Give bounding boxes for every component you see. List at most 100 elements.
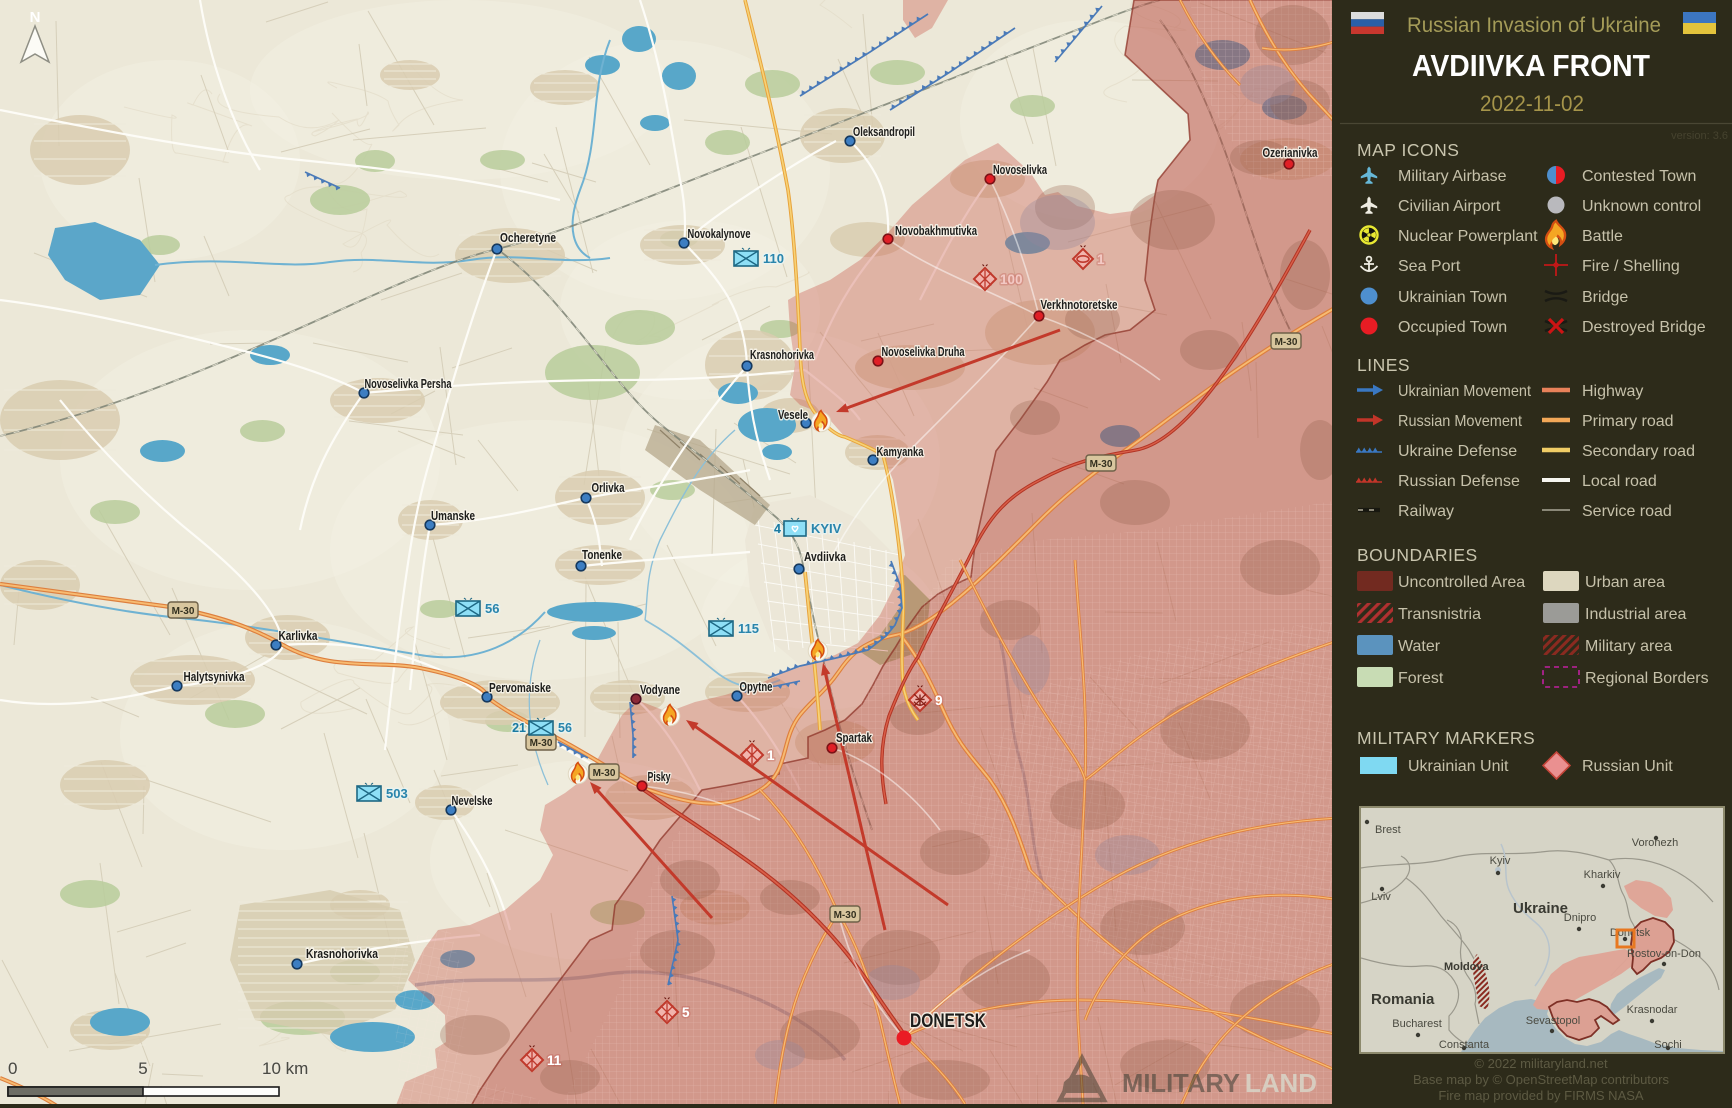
- svg-text:M-30: M-30: [172, 606, 195, 617]
- svg-text:Umanske: Umanske: [431, 508, 475, 523]
- svg-text:Spartak: Spartak: [836, 730, 873, 745]
- svg-text:Novoselivka Persha: Novoselivka Persha: [365, 376, 453, 391]
- svg-text:Oleksandropil: Oleksandropil: [853, 124, 915, 139]
- svg-text:Russian Invasion of Ukraine: Russian Invasion of Ukraine: [1407, 14, 1661, 37]
- svg-text:AVDIIVKA FRONT: AVDIIVKA FRONT: [1412, 48, 1650, 83]
- svg-text:M-30: M-30: [834, 910, 857, 921]
- svg-text:Railway: Railway: [1398, 503, 1454, 520]
- svg-text:5: 5: [138, 1059, 147, 1078]
- svg-text:Novobakhmutivka: Novobakhmutivka: [895, 223, 978, 238]
- svg-text:Rostov-on-Don: Rostov-on-Don: [1627, 948, 1701, 960]
- svg-text:Unknown control: Unknown control: [1582, 198, 1701, 215]
- svg-text:Sochi: Sochi: [1654, 1039, 1682, 1051]
- svg-text:MILITARY: MILITARY: [1122, 1068, 1240, 1098]
- svg-text:Krasnohorivka: Krasnohorivka: [306, 946, 379, 961]
- svg-text:Military Airbase: Military Airbase: [1398, 168, 1507, 185]
- svg-text:Transnistria: Transnistria: [1398, 606, 1481, 623]
- svg-text:Occupied Town: Occupied Town: [1398, 319, 1507, 336]
- svg-text:Orlivka: Orlivka: [592, 480, 626, 495]
- svg-text:N: N: [30, 9, 41, 26]
- svg-text:Military area: Military area: [1585, 638, 1672, 655]
- svg-text:Kamyanka: Kamyanka: [877, 444, 925, 459]
- svg-text:Sea Port: Sea Port: [1398, 258, 1461, 275]
- svg-text:Kyiv: Kyiv: [1490, 855, 1511, 867]
- svg-text:Voronezh: Voronezh: [1632, 837, 1678, 849]
- svg-text:Bridge: Bridge: [1582, 289, 1628, 306]
- svg-text:Ukrainian Movement: Ukrainian Movement: [1398, 383, 1531, 400]
- svg-text:1: 1: [1097, 252, 1105, 267]
- svg-text:Base map by © OpenStreetMap co: Base map by © OpenStreetMap contributors: [1413, 1072, 1669, 1087]
- svg-text:Novoselivka: Novoselivka: [993, 162, 1048, 177]
- svg-text:Nuclear Powerplant: Nuclear Powerplant: [1398, 228, 1538, 245]
- svg-text:Fire map provided by FIRMS NAS: Fire map provided by FIRMS NASA: [1438, 1088, 1644, 1103]
- svg-text:Constanta: Constanta: [1439, 1039, 1490, 1051]
- svg-text:Ozerianivka: Ozerianivka: [1263, 145, 1319, 160]
- svg-text:Bucharest: Bucharest: [1392, 1018, 1442, 1030]
- svg-text:Secondary road: Secondary road: [1582, 443, 1695, 460]
- svg-text:Forest: Forest: [1398, 670, 1444, 687]
- svg-text:Civilian Airport: Civilian Airport: [1398, 198, 1501, 215]
- svg-text:Russian Unit: Russian Unit: [1582, 758, 1673, 775]
- svg-text:Nevelske: Nevelske: [452, 793, 493, 808]
- svg-text:Ukrainian Town: Ukrainian Town: [1398, 289, 1507, 306]
- svg-text:Pervomaiske: Pervomaiske: [489, 680, 551, 695]
- svg-text:Vodyane: Vodyane: [640, 682, 680, 697]
- svg-text:Moldova: Moldova: [1444, 961, 1489, 973]
- svg-text:BOUNDARIES: BOUNDARIES: [1357, 545, 1478, 565]
- svg-text:Regional Borders: Regional Borders: [1585, 670, 1709, 687]
- svg-text:Ukraine: Ukraine: [1513, 900, 1568, 917]
- svg-text:Water: Water: [1398, 638, 1441, 655]
- svg-text:Service road: Service road: [1582, 503, 1672, 520]
- svg-text:Kharkiv: Kharkiv: [1584, 869, 1621, 881]
- svg-text:Tonenke: Tonenke: [582, 547, 622, 562]
- svg-text:Primary road: Primary road: [1582, 413, 1674, 430]
- svg-text:10 km: 10 km: [262, 1059, 308, 1078]
- svg-text:Contested Town: Contested Town: [1582, 168, 1696, 185]
- svg-text:Halytsynivka: Halytsynivka: [184, 669, 246, 684]
- svg-text:Fire / Shelling: Fire / Shelling: [1582, 258, 1680, 275]
- svg-text:2022-11-02: 2022-11-02: [1480, 91, 1584, 116]
- svg-text:LINES: LINES: [1357, 355, 1410, 375]
- svg-text:Highway: Highway: [1582, 383, 1643, 400]
- svg-text:MAP ICONS: MAP ICONS: [1357, 140, 1459, 160]
- svg-text:Destroyed Bridge: Destroyed Bridge: [1582, 319, 1706, 336]
- svg-text:Ocheretyne: Ocheretyne: [500, 230, 556, 245]
- svg-text:KYIV: KYIV: [811, 521, 842, 536]
- svg-text:Urban area: Urban area: [1585, 574, 1665, 591]
- svg-text:Ukrainian Unit: Ukrainian Unit: [1408, 758, 1509, 775]
- svg-text:56: 56: [558, 721, 572, 735]
- svg-text:Battle: Battle: [1582, 228, 1623, 245]
- svg-text:110: 110: [763, 251, 784, 266]
- svg-text:Pisky: Pisky: [648, 769, 672, 784]
- svg-text:Local road: Local road: [1582, 473, 1657, 490]
- svg-text:Karlivka: Karlivka: [279, 628, 319, 643]
- svg-text:© 2022 militaryland.net: © 2022 militaryland.net: [1474, 1056, 1608, 1071]
- svg-text:5: 5: [682, 1005, 690, 1020]
- svg-text:21: 21: [512, 721, 526, 735]
- svg-text:DONETSK: DONETSK: [910, 1011, 986, 1032]
- svg-text:Novoselivka Druha: Novoselivka Druha: [882, 344, 966, 359]
- svg-text:503: 503: [386, 786, 408, 801]
- svg-text:Romania: Romania: [1371, 991, 1435, 1008]
- svg-text:1: 1: [767, 748, 775, 763]
- svg-text:56: 56: [485, 601, 499, 616]
- svg-text:4: 4: [774, 522, 781, 536]
- svg-text:Dnipro: Dnipro: [1564, 912, 1596, 924]
- svg-text:Sevastopol: Sevastopol: [1526, 1015, 1580, 1027]
- svg-text:Krasnodar: Krasnodar: [1627, 1004, 1678, 1016]
- svg-text:Ukraine Defense: Ukraine Defense: [1398, 443, 1517, 460]
- svg-text:M-30: M-30: [1275, 337, 1298, 348]
- svg-text:M-30: M-30: [1090, 459, 1113, 470]
- svg-text:Vesele: Vesele: [778, 407, 808, 422]
- svg-text:Industrial area: Industrial area: [1585, 606, 1686, 623]
- svg-text:11: 11: [547, 1053, 562, 1068]
- svg-text:0: 0: [8, 1059, 17, 1078]
- svg-text:Russian Movement: Russian Movement: [1398, 413, 1522, 430]
- svg-text:Avdiivka: Avdiivka: [804, 549, 847, 564]
- svg-text:Opytne: Opytne: [740, 679, 773, 694]
- svg-text:M-30: M-30: [530, 738, 553, 749]
- svg-text:100: 100: [1000, 272, 1023, 287]
- svg-text:9: 9: [935, 693, 943, 708]
- svg-text:M-30: M-30: [593, 768, 616, 779]
- svg-text:115: 115: [738, 621, 759, 636]
